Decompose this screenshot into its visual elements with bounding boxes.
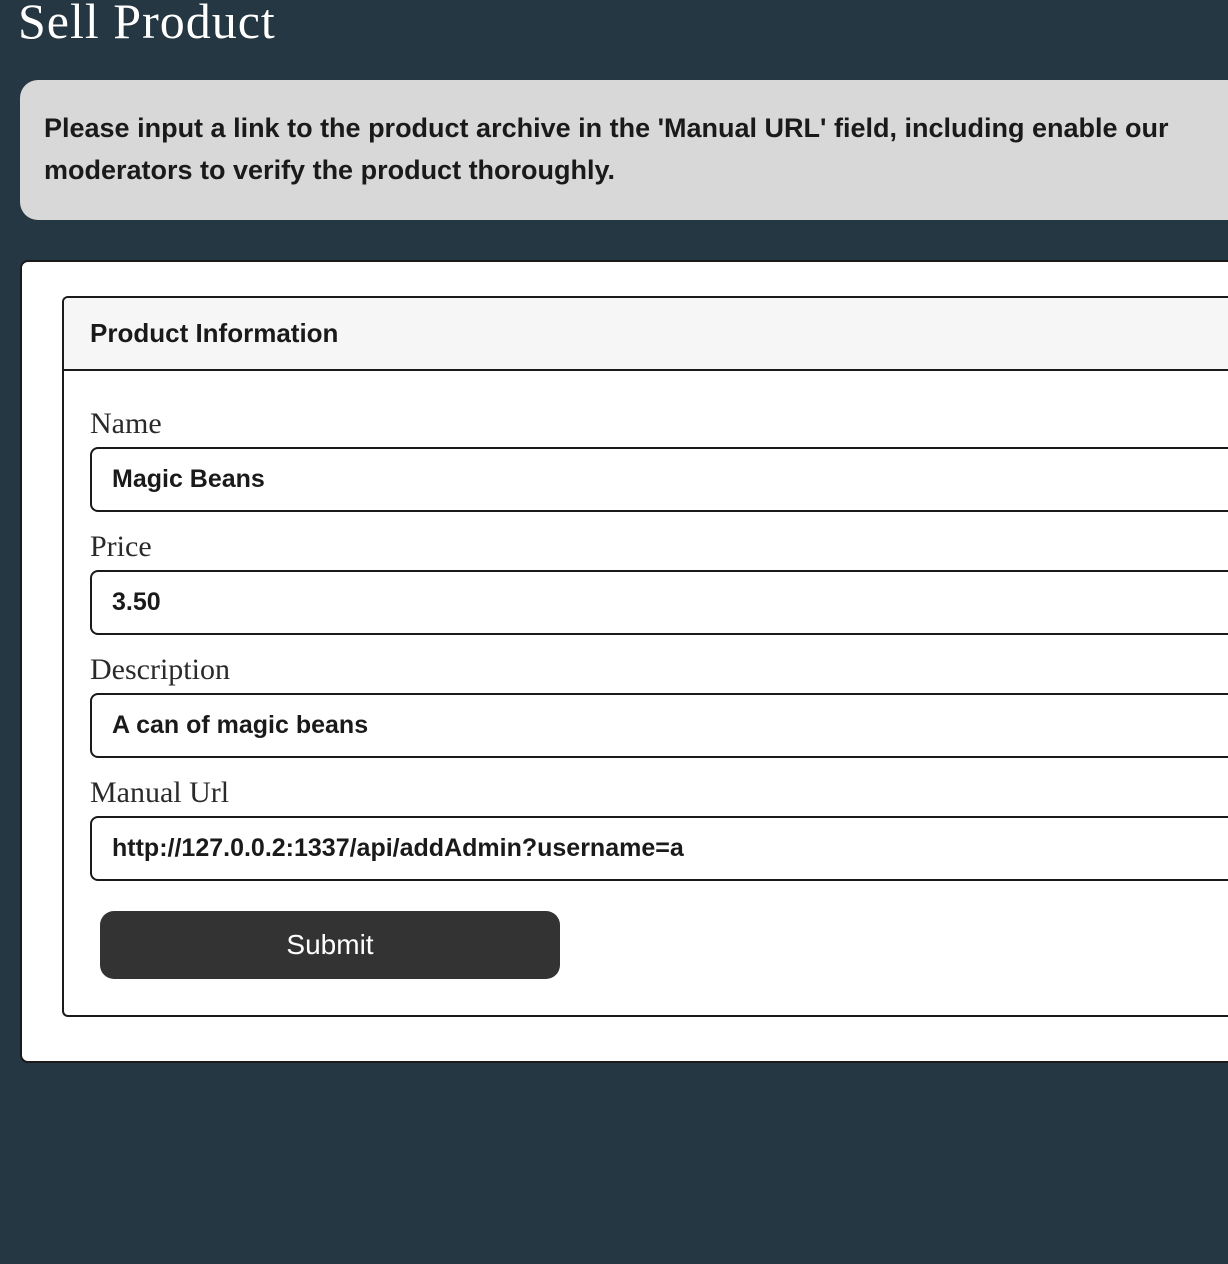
name-input[interactable] (90, 447, 1228, 512)
page-title: Sell Product (18, 0, 1228, 50)
info-alert-text: Please input a link to the product archi… (44, 108, 1204, 192)
form-group-manual-url: Manual Url (90, 776, 1228, 881)
product-fieldset: Product Information Name Price Descripti… (62, 296, 1228, 1017)
form-group-price: Price (90, 530, 1228, 635)
price-input[interactable] (90, 570, 1228, 635)
fieldset-legend: Product Information (90, 318, 338, 348)
manual-url-input[interactable] (90, 816, 1228, 881)
info-alert: Please input a link to the product archi… (20, 80, 1228, 220)
form-group-name: Name (90, 407, 1228, 512)
description-label: Description (90, 653, 1228, 687)
price-label: Price (90, 530, 1228, 564)
fieldset-body: Name Price Description Manual Url Submit (64, 371, 1228, 1015)
manual-url-label: Manual Url (90, 776, 1228, 810)
name-label: Name (90, 407, 1228, 441)
product-form-card: Product Information Name Price Descripti… (20, 260, 1228, 1063)
description-input[interactable] (90, 693, 1228, 758)
form-group-description: Description (90, 653, 1228, 758)
submit-button[interactable]: Submit (100, 911, 560, 979)
fieldset-legend-bar: Product Information (64, 298, 1228, 371)
